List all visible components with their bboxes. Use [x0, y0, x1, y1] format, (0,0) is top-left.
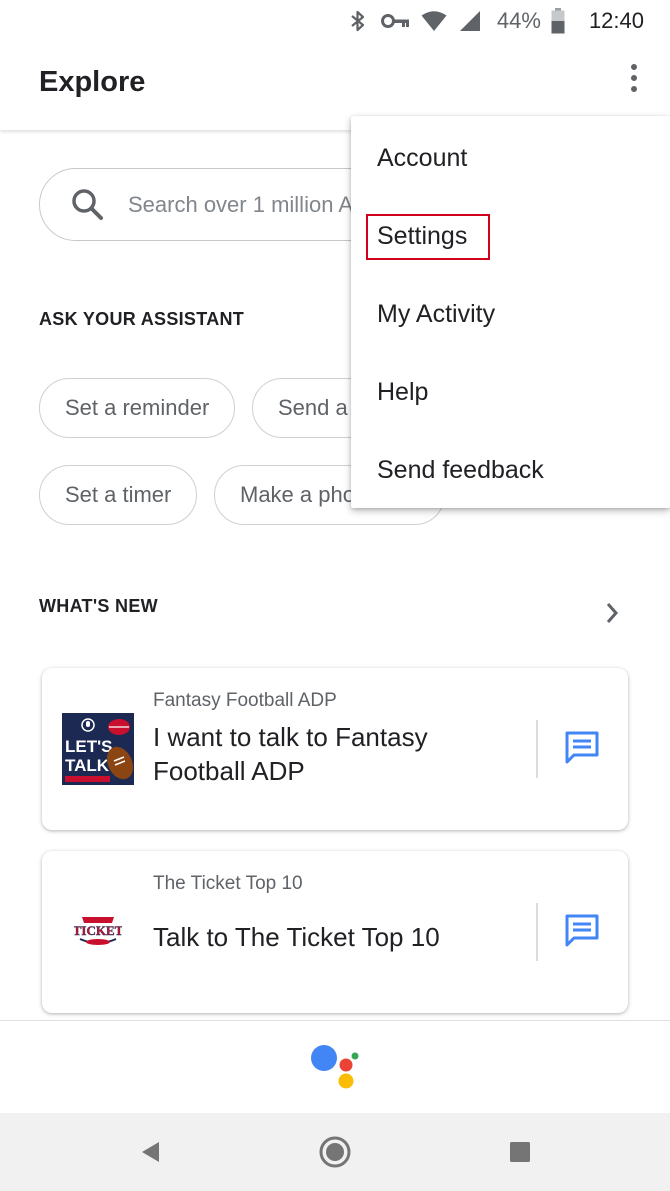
bottom-divider: [0, 1020, 670, 1021]
chip-set-timer[interactable]: Set a timer: [39, 465, 198, 525]
action-card[interactable]: TICKET The Ticket Top 10 Talk to The Tic…: [42, 851, 628, 1013]
ticket-logo: TICKET: [74, 917, 122, 945]
overflow-dot: [631, 64, 637, 70]
chat-icon[interactable]: [564, 730, 600, 766]
overflow-menu: Account Settings My Activity Help Send f…: [351, 116, 670, 508]
system-nav-bar: [0, 1113, 670, 1191]
cell-signal-icon: [457, 8, 483, 34]
card-title: I want to talk to Fantasy Football ADP: [153, 722, 428, 786]
search-icon: [72, 188, 103, 220]
card-title: Talk to The Ticket Top 10: [153, 922, 440, 952]
whats-new-heading: WHAT'S NEW: [39, 596, 158, 616]
back-button[interactable]: [133, 1135, 167, 1169]
overflow-dot: [631, 75, 637, 81]
recents-icon: [510, 1142, 530, 1162]
lets-talk-text: LET'S: [65, 737, 113, 756]
menu-item-my-activity[interactable]: My Activity: [377, 300, 495, 329]
battery-icon: [551, 8, 565, 34]
recents-button[interactable]: [503, 1135, 537, 1169]
chevron-right-icon[interactable]: [598, 599, 626, 627]
battery-percent: 44%: [496, 8, 541, 33]
chat-icon[interactable]: [564, 913, 600, 949]
chip-set-reminder[interactable]: Set a reminder: [39, 378, 236, 438]
card-subtitle: Fantasy Football ADP: [153, 690, 337, 711]
clock: 12:40: [588, 8, 644, 33]
bluetooth-icon: [345, 8, 371, 34]
settings-highlight-box: [366, 214, 490, 260]
card-divider: [536, 903, 538, 961]
menu-item-help[interactable]: Help: [377, 378, 428, 407]
ask-assistant-heading: ASK YOUR ASSISTANT: [39, 309, 245, 329]
back-icon: [142, 1142, 159, 1162]
card-divider: [536, 720, 538, 778]
wifi-icon: [421, 8, 447, 34]
overflow-menu-button[interactable]: [622, 60, 646, 96]
fantasy-football-logo: LET'S TALK: [62, 713, 134, 785]
action-card[interactable]: LET'S TALK Fantasy Football ADP I want t…: [42, 668, 628, 830]
svg-text:TALK: TALK: [65, 756, 110, 775]
menu-item-account[interactable]: Account: [377, 144, 467, 173]
svg-text:TICKET: TICKET: [74, 923, 122, 938]
status-icons: 44% 12:40: [345, 6, 644, 36]
status-bar: 44% 12:40: [0, 0, 670, 42]
card-subtitle: The Ticket Top 10: [153, 873, 303, 894]
home-icon: [319, 1136, 351, 1168]
page-title: Explore: [39, 66, 146, 98]
overflow-dot: [631, 86, 637, 92]
menu-item-send-feedback[interactable]: Send feedback: [377, 456, 544, 485]
vpn-key-icon: [380, 8, 411, 34]
google-assistant-icon[interactable]: [308, 1043, 364, 1093]
home-button[interactable]: [318, 1135, 352, 1169]
